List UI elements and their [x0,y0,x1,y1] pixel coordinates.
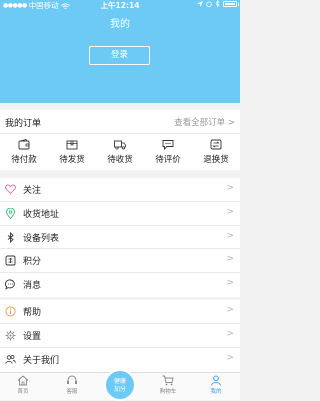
menu-item-label: 帮助 [23,308,42,318]
login-button[interactable]: 登录 [89,46,150,65]
page-title: 我的 [110,19,130,30]
people-icon [5,355,16,364]
location-arrow-icon [197,0,203,7]
order-tab-pending-payment[interactable]: 待付款 [0,134,48,170]
truck-icon [114,140,126,150]
orders-header[interactable]: 我的订单 查看全部订单 > [0,110,240,134]
tab-cart[interactable]: 购物车 [148,375,188,395]
message-icon [5,279,15,290]
order-tab-label: 待发货 [59,155,85,165]
health-points-button[interactable]: 健康 加分 [104,369,136,401]
chevron-right-icon: > [226,230,234,241]
box-icon [66,140,78,150]
tab-label: 购物车 [159,389,177,395]
order-tab-returns[interactable]: 退换货 [192,134,240,170]
tab-customer-service[interactable]: 客服 [52,375,92,395]
order-tab-label: 待评价 [155,155,181,165]
bluetooth-status-icon [215,0,220,7]
menu-item-follow[interactable]: 关注 > [0,178,240,202]
tab-label: 客服 [66,389,78,395]
battery-icon [223,0,239,7]
gear-icon [5,330,16,341]
heart-icon [5,184,16,195]
menu-item-label: 关于我们 [23,356,60,366]
menu-item-settings[interactable]: 设置 > [0,324,240,348]
home-icon [17,375,29,386]
chevron-right-icon: > [226,305,234,315]
menu-item-label: 关注 [23,186,42,196]
service-icon [67,375,77,384]
chevron-right-icon: > [226,353,234,363]
profile-header: ●●●●● 中国移动 上午12:14 我的 登录 [0,0,240,103]
view-all-orders-link[interactable]: 查看全部订单 > [174,116,235,128]
menu-item-label: 积分 [23,257,42,268]
status-bar: ●●●●● 中国移动 上午12:14 [0,0,240,12]
order-tab-label: 待收货 [107,155,133,165]
bluetooth-icon [7,231,14,243]
center-label-line2: 加分 [113,386,126,393]
tab-label: 我的 [210,389,222,395]
center-label-line1: 健康 [113,378,126,385]
order-tab-label: 待付款 [11,155,37,165]
cart-icon [162,375,174,386]
menu-item-label: 设备列表 [23,233,60,244]
menu-group-secondary: 帮助 > 设置 > 关于我们 > [0,300,240,372]
menu-item-label: 消息 [23,281,42,292]
chevron-right-icon: > [226,206,234,217]
wallet-icon [18,139,30,150]
location-icon [6,207,15,219]
menu-item-address[interactable]: 收货地址 > [0,202,240,226]
points-icon [5,255,16,266]
order-tab-pending-shipment[interactable]: 待发货 [48,134,96,170]
orders-title: 我的订单 [5,119,42,129]
chevron-right-icon: > [226,254,234,265]
tab-label: 首页 [17,389,29,395]
order-tab-pending-review[interactable]: 待评价 [144,134,192,170]
menu-item-devices[interactable]: 设备列表 > [0,226,240,250]
user-icon [211,375,221,386]
info-icon [5,306,16,317]
order-tab-label: 退换货 [203,155,229,165]
comment-icon [162,140,174,150]
chevron-right-icon: > [226,183,234,193]
tab-home[interactable]: 首页 [3,375,43,395]
alarm-icon [206,1,212,7]
menu-group-primary: 关注 > 收货地址 > 设备列表 > 积分 > 消息 > [0,178,240,297]
menu-item-points[interactable]: 积分 > [0,249,240,274]
menu-item-label: 收货地址 [23,209,60,220]
return-icon [210,139,222,150]
chevron-right-icon: > [226,329,234,339]
menu-item-help[interactable]: 帮助 > [0,300,240,324]
order-tab-pending-receipt[interactable]: 待收货 [96,134,144,170]
orders-section: 我的订单 查看全部订单 > 待付款 待发货 待收货 待评价 退换货 [0,110,240,170]
menu-item-label: 设置 [23,332,42,342]
menu-item-messages[interactable]: 消息 > [0,273,240,297]
tab-me[interactable]: 我的 [196,375,236,395]
chevron-right-icon: > [226,278,234,289]
